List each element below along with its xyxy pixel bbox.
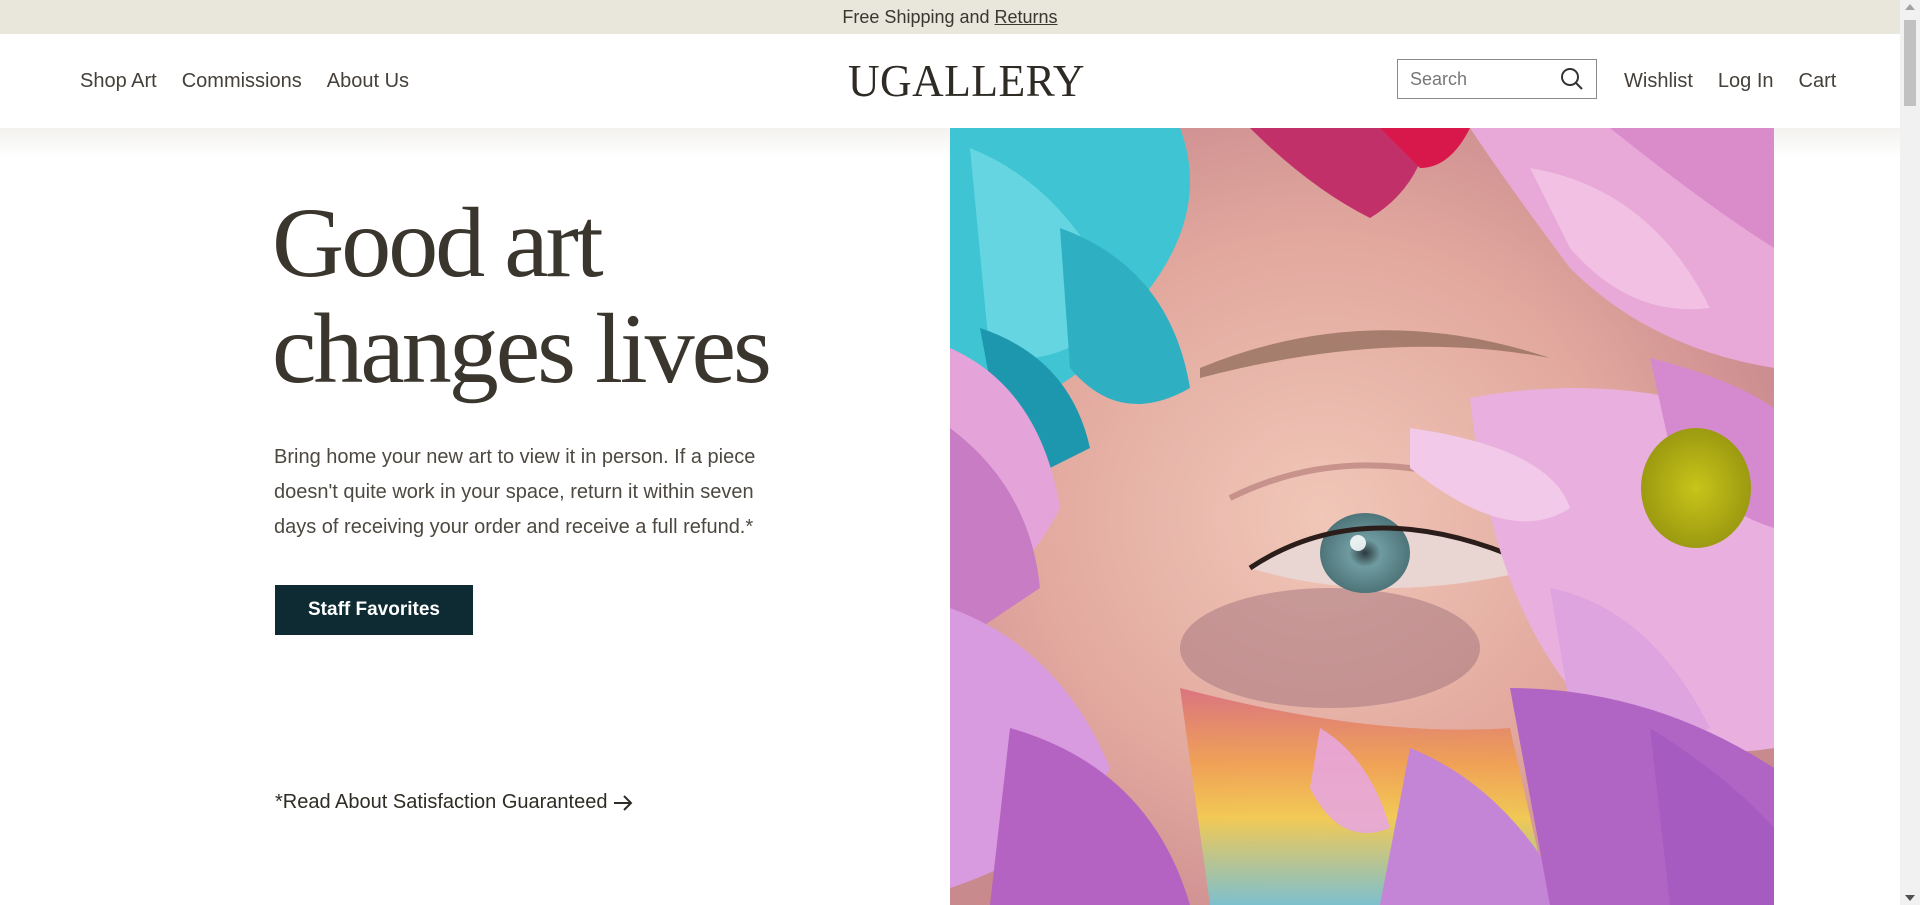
search-box (1397, 59, 1597, 99)
staff-favorites-button[interactable]: Staff Favorites (275, 585, 473, 635)
primary-nav: Shop Art Commissions About Us (80, 34, 409, 128)
hero-title: Good art changes lives (272, 187, 772, 404)
search-icon[interactable] (1560, 67, 1584, 91)
nav-log-in[interactable]: Log In (1718, 70, 1774, 93)
returns-link[interactable]: Returns (995, 7, 1058, 28)
page-scrollbar[interactable] (1900, 0, 1920, 905)
search-input[interactable] (1410, 68, 1560, 90)
nav-shop-art[interactable]: Shop Art (80, 70, 157, 93)
scroll-down-icon[interactable] (1905, 895, 1915, 901)
nav-about-us[interactable]: About Us (327, 70, 409, 93)
nav-cart[interactable]: Cart (1799, 70, 1837, 93)
site-logo[interactable]: UGALLERY (848, 54, 1085, 107)
nav-wishlist[interactable]: Wishlist (1624, 70, 1693, 93)
announcement-text: Free Shipping and (842, 6, 990, 27)
nav-commissions[interactable]: Commissions (182, 70, 302, 93)
scroll-up-icon[interactable] (1905, 4, 1915, 10)
announcement-bar: Free Shipping and Returns (0, 0, 1900, 34)
satisfaction-guaranteed-label: *Read About Satisfaction Guaranteed (275, 791, 608, 813)
account-nav: Wishlist Log In Cart (1624, 34, 1836, 128)
artwork-painting (950, 128, 1774, 905)
hero-title-line-1: Good art (272, 187, 604, 298)
hero-artwork (950, 128, 1774, 905)
hero-title-line-2: changes lives (272, 293, 772, 404)
site-header: Shop Art Commissions About Us UGALLERY W… (0, 34, 1900, 128)
satisfaction-guaranteed-link[interactable]: *Read About Satisfaction Guaranteed (275, 791, 633, 814)
hero-description: Bring home your new art to view it in pe… (274, 446, 756, 538)
arrow-right-icon (614, 794, 633, 811)
scroll-thumb[interactable] (1904, 20, 1916, 106)
